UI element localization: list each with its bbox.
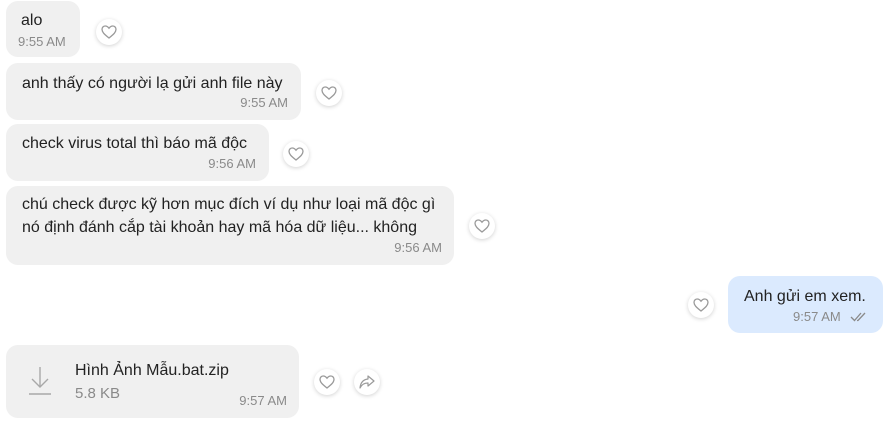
message-bubble[interactable]: check virus total thì báo mã độc 9:56 AM xyxy=(6,124,269,181)
message-text-line: nó định đánh cắp tài khoản hay mã hóa dữ… xyxy=(22,219,417,236)
share-button[interactable] xyxy=(354,369,380,395)
message-text: alo xyxy=(21,12,43,29)
heart-icon xyxy=(474,219,490,233)
download-icon[interactable] xyxy=(26,365,54,397)
message-bubble[interactable]: anh thấy có người lạ gửi anh file này 9:… xyxy=(6,63,301,120)
react-heart-button[interactable] xyxy=(283,141,309,167)
message-bubble[interactable]: chú check được kỹ hơn mục đích ví dụ như… xyxy=(6,186,454,265)
react-heart-button[interactable] xyxy=(469,213,495,239)
heart-icon xyxy=(693,298,709,312)
heart-icon xyxy=(319,375,335,389)
double-check-icon xyxy=(850,312,866,322)
message-time: 9:57 AM xyxy=(239,393,287,408)
message-time: 9:56 AM xyxy=(208,156,256,171)
message-text: Anh gửi em xem. xyxy=(744,288,866,305)
message-text: check virus total thì báo mã độc xyxy=(22,135,247,152)
share-icon xyxy=(359,375,375,389)
react-heart-button[interactable] xyxy=(688,292,714,318)
outgoing-message-bubble[interactable]: Anh gửi em xem. 9:57 AM xyxy=(728,276,883,333)
file-message-bubble[interactable]: Hình Ảnh Mẫu.bat.zip 5.8 KB 9:57 AM xyxy=(6,345,299,418)
heart-icon xyxy=(321,86,337,100)
heart-icon xyxy=(101,25,117,39)
message-time: 9:55 AM xyxy=(18,34,66,49)
heart-icon xyxy=(288,147,304,161)
file-size: 5.8 KB xyxy=(75,385,121,402)
message-time: 9:56 AM xyxy=(394,240,442,255)
react-heart-button[interactable] xyxy=(316,80,342,106)
file-name[interactable]: Hình Ảnh Mẫu.bat.zip xyxy=(75,362,229,380)
message-time: 9:57 AM xyxy=(793,309,841,324)
message-bubble[interactable]: alo 9:55 AM xyxy=(6,1,80,57)
chat-thread: alo 9:55 AM anh thấy có người lạ gửi anh… xyxy=(0,0,891,423)
message-text: anh thấy có người lạ gửi anh file này xyxy=(22,75,283,92)
react-heart-button[interactable] xyxy=(314,369,340,395)
message-text-line: chú check được kỹ hơn mục đích ví dụ như… xyxy=(22,196,436,213)
react-heart-button[interactable] xyxy=(96,19,122,45)
message-time: 9:55 AM xyxy=(240,95,288,110)
